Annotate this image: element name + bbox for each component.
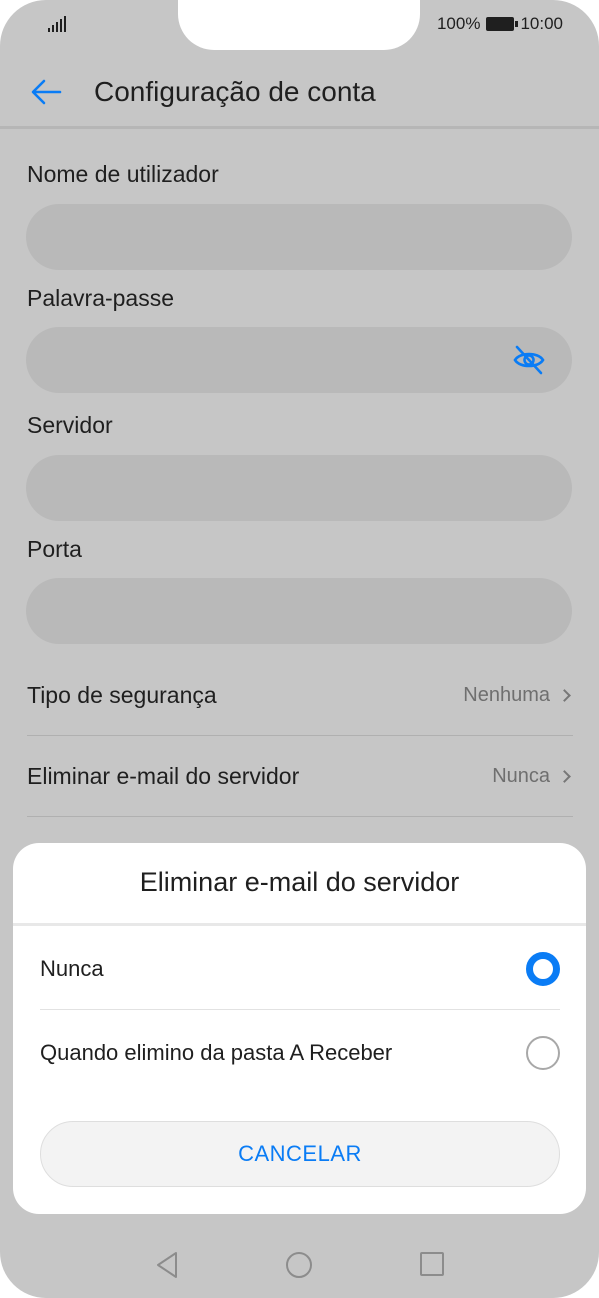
security-type-label: Tipo de segurança: [27, 681, 217, 708]
signal-icon: [48, 14, 66, 32]
delete-email-row[interactable]: Eliminar e-mail do servidor Nunca: [27, 736, 573, 816]
app-bar: Configuração de conta: [0, 56, 599, 128]
chevron-right-icon: [558, 688, 571, 702]
username-label: Nome de utilizador: [27, 161, 219, 187]
delete-email-label: Eliminar e-mail do servidor: [27, 762, 300, 789]
port-field[interactable]: [26, 578, 572, 644]
circle-home-icon[interactable]: [286, 1252, 312, 1278]
port-label: Porta: [27, 536, 82, 562]
phone-screen: 100% 10:00 Configuração de conta Nome de…: [0, 0, 599, 1298]
cancel-button[interactable]: CANCELAR: [40, 1121, 560, 1187]
battery-percent: 100%: [436, 14, 481, 33]
clock: 10:00: [520, 14, 563, 33]
password-field[interactable]: [26, 327, 572, 393]
divider: [27, 816, 573, 817]
chevron-right-icon: [558, 769, 571, 783]
eye-off-icon[interactable]: [512, 344, 546, 376]
security-type-value: Nenhuma: [463, 683, 550, 706]
radio-selected-icon[interactable]: [526, 952, 560, 986]
option-never[interactable]: Nunca: [40, 927, 560, 1011]
radio-unselected-icon[interactable]: [526, 1036, 560, 1070]
option-divider: [40, 1009, 560, 1010]
square-recents-icon[interactable]: [420, 1252, 444, 1276]
notch: [178, 0, 420, 50]
option-on-delete-inbox[interactable]: Quando elimino da pasta A Receber: [40, 1011, 560, 1095]
security-type-row[interactable]: Tipo de segurança Nenhuma: [27, 655, 573, 735]
dialog-divider: [13, 923, 586, 926]
triangle-back-icon[interactable]: [154, 1250, 180, 1280]
app-bar-divider: [0, 126, 599, 129]
battery-icon: [486, 17, 519, 31]
dialog-title: Eliminar e-mail do servidor: [139, 867, 460, 897]
status-right: 100% 10:00: [437, 14, 563, 34]
nav-bar: [0, 1232, 599, 1298]
option-never-label: Nunca: [40, 956, 104, 981]
page-title: Configuração de conta: [94, 76, 376, 107]
server-field[interactable]: [26, 455, 572, 521]
password-label: Palavra-passe: [27, 285, 175, 311]
arrow-left-icon[interactable]: [28, 74, 64, 110]
delete-email-dialog: Eliminar e-mail do servidor Nunca Quando…: [13, 843, 586, 1214]
delete-email-value: Nunca: [492, 764, 550, 787]
username-field[interactable]: [26, 204, 572, 270]
option-on-delete-inbox-label: Quando elimino da pasta A Receber: [40, 1040, 393, 1065]
server-label: Servidor: [27, 412, 113, 438]
